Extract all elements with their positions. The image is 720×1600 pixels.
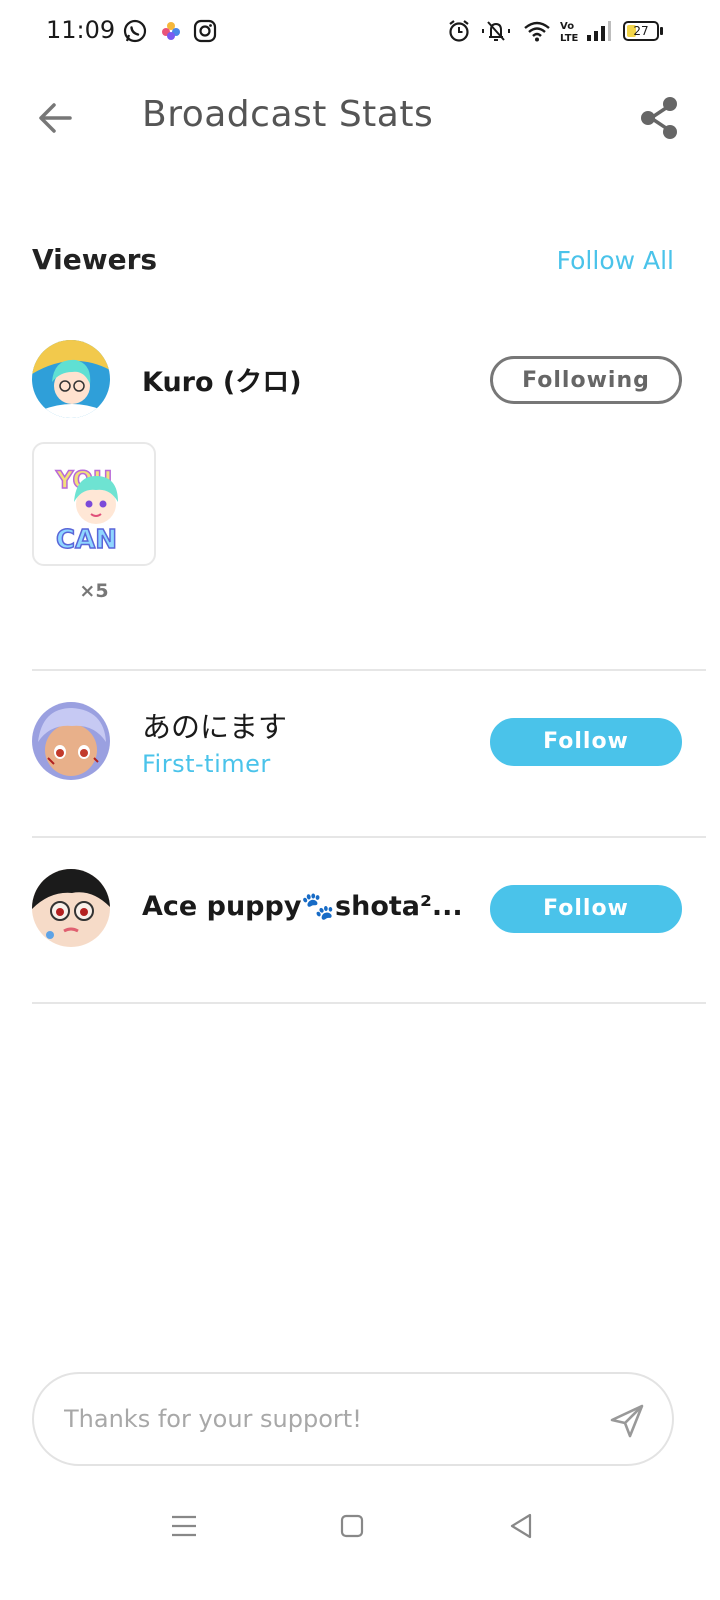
wifi-icon xyxy=(522,18,552,44)
home-icon[interactable] xyxy=(334,1508,370,1544)
battery-tip xyxy=(660,27,663,35)
screen: 11:09 Vo LTE 27 Broadcast Stats Viewers … xyxy=(0,0,720,1600)
viewer-name: Ace puppy🐾shota²... xyxy=(142,891,463,922)
divider xyxy=(32,1002,706,1004)
follow-all-button[interactable]: Follow All xyxy=(557,246,674,275)
divider xyxy=(32,836,706,838)
comment-bar xyxy=(32,1372,674,1466)
avatar[interactable] xyxy=(32,702,110,780)
battery-level: 27 xyxy=(633,24,649,38)
page-title: Broadcast Stats xyxy=(142,94,434,135)
follow-button[interactable]: Follow xyxy=(490,885,682,933)
back-button[interactable] xyxy=(30,94,80,144)
status-bar: 11:09 Vo LTE 27 xyxy=(0,0,720,62)
alarm-icon xyxy=(446,18,472,44)
instagram-icon xyxy=(192,18,218,44)
photos-icon xyxy=(158,18,184,44)
viewer-name: あのにます xyxy=(142,710,288,744)
system-nav-bar xyxy=(0,1490,720,1560)
first-timer-badge: First-timer xyxy=(142,750,271,778)
comment-input[interactable] xyxy=(64,1402,584,1436)
avatar[interactable] xyxy=(32,869,110,947)
svg-text:LTE: LTE xyxy=(560,33,578,44)
status-time: 11:09 xyxy=(46,16,116,44)
gift-text-bottom: CAN xyxy=(56,525,117,555)
send-button[interactable] xyxy=(606,1400,648,1442)
back-arrow-icon xyxy=(39,103,72,133)
viewer-name: Kuro (クロ) xyxy=(142,367,302,398)
following-button[interactable]: Following xyxy=(490,356,682,404)
mute-icon xyxy=(480,18,512,44)
whatsapp-icon xyxy=(122,18,148,44)
signal-icon xyxy=(584,18,612,44)
viewers-heading: Viewers xyxy=(32,243,158,276)
avatar[interactable] xyxy=(32,340,110,418)
back-icon[interactable] xyxy=(504,1508,540,1544)
follow-button[interactable]: Follow xyxy=(490,718,682,766)
menu-icon[interactable] xyxy=(166,1508,202,1544)
gift-count: ×5 xyxy=(79,580,109,602)
gift-sticker: YOU CAN xyxy=(32,442,156,566)
divider xyxy=(32,669,706,671)
share-icon xyxy=(641,97,677,139)
send-icon xyxy=(610,1404,644,1438)
svg-text:Vo: Vo xyxy=(560,21,574,32)
battery-indicator: 27 xyxy=(623,21,659,41)
volte-icon: Vo LTE xyxy=(558,18,579,44)
share-button[interactable] xyxy=(634,92,686,144)
